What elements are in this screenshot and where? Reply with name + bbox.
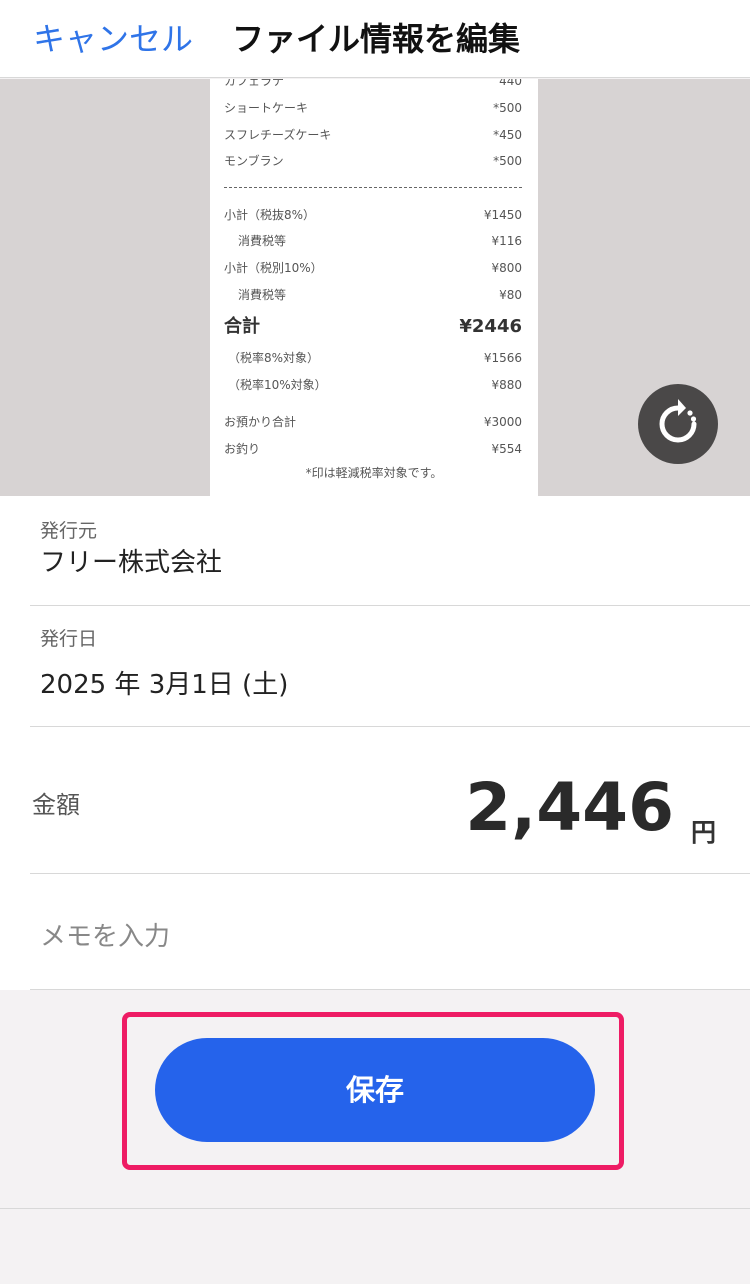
receipt-total-row: 合計 ¥2446: [224, 314, 522, 340]
receipt-item: カフェラテ 440: [224, 79, 522, 91]
receipt-payment-value: ¥3000: [483, 415, 522, 429]
save-button[interactable]: 保存: [155, 1038, 595, 1142]
page-title: ファイル情報を編集: [232, 20, 521, 58]
receipt-tax-value: ¥1566: [483, 351, 522, 365]
amount-unit: 円: [690, 818, 716, 847]
receipt-tax-label: （税率10%対象）: [228, 378, 327, 392]
receipt-item-value: *500: [493, 154, 522, 168]
receipt-item-label: カフェラテ: [224, 79, 285, 88]
receipt-summary-row: 消費税等 ¥116: [224, 231, 522, 251]
date-label: 発行日: [40, 628, 98, 650]
receipt-note: *印は軽減税率対象です。: [305, 466, 443, 480]
file-info-form: 発行元 フリー株式会社 発行日 2025 年 3月1日 (土) 金額 2,446…: [0, 496, 750, 990]
receipt-payment-row: お預かり合計 ¥3000: [224, 412, 522, 432]
receipt-summary-value: ¥80: [499, 288, 522, 302]
receipt-image: カフェラテ 440 ショートケーキ *500 スフレチーズケーキ *450 モン…: [210, 79, 538, 496]
issuer-value[interactable]: フリー株式会社: [40, 542, 222, 579]
receipt-summary-label: 小計（税別10%）: [224, 261, 323, 275]
receipt-item: モンブラン *500: [224, 151, 522, 171]
issuer-field[interactable]: 発行元 フリー株式会社: [30, 496, 750, 606]
issuer-label: 発行元: [40, 520, 98, 542]
receipt-tax-row: （税率10%対象） ¥880: [224, 375, 522, 395]
receipt-item-value: *500: [493, 101, 522, 115]
memo-input[interactable]: メモを入力: [40, 916, 170, 953]
receipt-tax-label: （税率8%対象）: [228, 351, 320, 365]
receipt-summary-row: 消費税等 ¥80: [224, 285, 522, 305]
receipt-summary-row: 小計（税別10%） ¥800: [224, 258, 522, 278]
receipt-item: ショートケーキ *500: [224, 98, 522, 118]
receipt-summary-label: 消費税等: [238, 234, 287, 248]
memo-field[interactable]: メモを入力: [30, 874, 750, 990]
date-value[interactable]: 2025 年 3月1日 (土): [40, 664, 288, 701]
amount-field[interactable]: 金額 2,446 円: [30, 727, 750, 874]
amount-label: 金額: [32, 791, 80, 819]
receipt-tax-row: （税率8%対象） ¥1566: [224, 348, 522, 368]
receipt-payment-label: お預かり合計: [224, 415, 297, 429]
receipt-divider: [224, 187, 522, 188]
receipt-payment-value: ¥554: [491, 442, 522, 456]
receipt-total-label: 合計: [224, 316, 260, 337]
receipt-summary-value: ¥800: [491, 261, 522, 275]
receipt-summary-row: 小計（税抜8%） ¥1450: [224, 205, 522, 225]
receipt-summary-label: 消費税等: [238, 288, 287, 302]
date-field[interactable]: 発行日 2025 年 3月1日 (土): [30, 606, 750, 727]
receipt-item-label: ショートケーキ: [224, 101, 309, 115]
amount-value[interactable]: 2,446: [465, 775, 674, 841]
receipt-summary-value: ¥116: [491, 234, 522, 248]
receipt-payment-label: お釣り: [224, 442, 261, 456]
receipt-item-label: モンブラン: [224, 154, 284, 168]
cancel-button[interactable]: キャンセル: [33, 14, 193, 60]
receipt-item-label: スフレチーズケーキ: [224, 128, 332, 142]
receipt-summary-label: 小計（税抜8%）: [224, 208, 316, 222]
receipt-item: スフレチーズケーキ *450: [224, 125, 522, 145]
bottom-divider: [0, 1208, 750, 1209]
receipt-item-value: 440: [499, 79, 522, 88]
rotate-button[interactable]: [638, 384, 718, 464]
receipt-summary-value: ¥1450: [483, 208, 522, 222]
receipt-item-value: *450: [493, 128, 522, 142]
receipt-payment-row: お釣り ¥554: [224, 439, 522, 459]
receipt-preview[interactable]: カフェラテ 440 ショートケーキ *500 スフレチーズケーキ *450 モン…: [0, 79, 750, 496]
receipt-tax-value: ¥880: [491, 378, 522, 392]
navigation-bar: キャンセル ファイル情報を編集: [0, 0, 750, 78]
receipt-total-value: ¥2446: [459, 316, 522, 337]
rotate-icon: [659, 399, 697, 443]
